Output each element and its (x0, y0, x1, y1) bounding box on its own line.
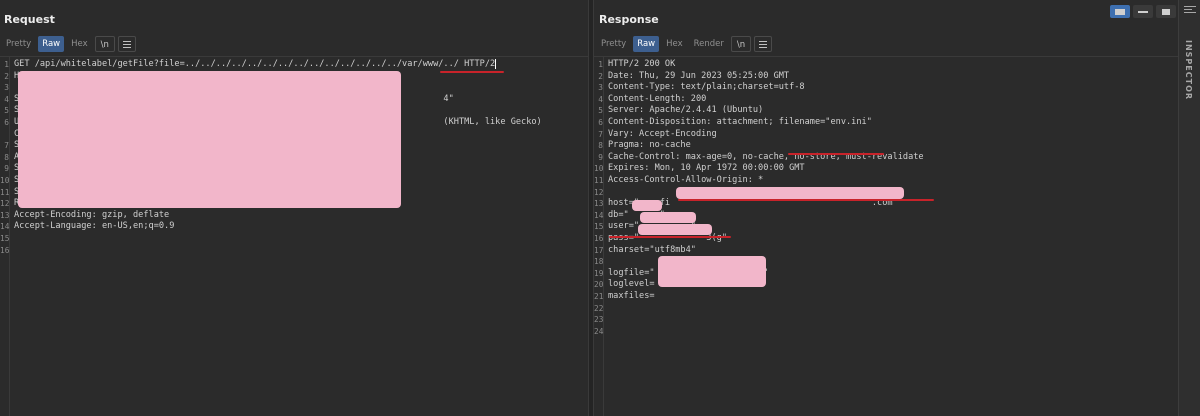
tab-raw[interactable]: Raw (633, 36, 660, 52)
line-number: 9 (598, 152, 603, 162)
tab-pretty[interactable]: Pretty (2, 36, 35, 52)
line-number: 7 (598, 129, 603, 139)
line-text: Access-Control-Allow-Origin: * (608, 175, 764, 185)
request-title: Request (4, 13, 55, 26)
line-text: Server: Apache/2.4.41 (Ubuntu) (608, 105, 764, 116)
layout-toggle (1110, 5, 1176, 18)
line-text: GET /api/whitelabel/getFile?file=../../.… (14, 59, 496, 69)
redaction-block (676, 187, 904, 199)
response-view-tabs: Pretty Raw Hex Render \n (597, 36, 773, 52)
menu-icon[interactable] (117, 36, 136, 52)
line-number: 16 (0, 245, 10, 255)
line-number: 2 (598, 71, 603, 81)
tab-render[interactable]: Render (690, 36, 728, 52)
line-number: 5 (598, 106, 603, 116)
line-number: 13 (594, 199, 604, 209)
line-number: 12 (0, 199, 10, 209)
line-text: Content-Disposition: attachment; filenam… (608, 117, 872, 127)
line-number: 22 (594, 303, 604, 313)
tab-hex[interactable]: Hex (662, 36, 687, 52)
request-view-tabs: Pretty Raw Hex \n (2, 36, 136, 52)
line-number: 10 (0, 176, 10, 185)
split-vertical-icon[interactable] (1133, 5, 1153, 18)
line-number: 7 (4, 141, 9, 151)
line-text: loglevel= (608, 279, 655, 290)
request-pane: Request Pretty Raw Hex \n 1 GET /api/whit… (0, 0, 588, 416)
highlight-underline (440, 71, 504, 73)
line-number: 5 (4, 106, 9, 116)
line-number: 16 (594, 234, 604, 243)
text-caret (495, 59, 496, 69)
tab-newline[interactable]: \n (730, 36, 752, 52)
line-number: 6 (598, 118, 603, 127)
redaction-block (640, 212, 696, 223)
line-number: 12 (594, 187, 604, 197)
inspector-icon[interactable] (1184, 6, 1196, 18)
line-number: 8 (598, 141, 603, 151)
line-text: Date: Thu, 29 Jun 2023 05:25:00 GMT (608, 70, 790, 81)
line-text: Content-Length: 200 (608, 93, 707, 104)
line-text: Pragma: no-cache (608, 140, 691, 151)
line-number: 1 (598, 60, 603, 69)
split-horizontal-icon[interactable] (1110, 5, 1130, 18)
highlight-underline (788, 153, 884, 155)
line-number: 13 (0, 210, 10, 220)
highlight-underline (678, 199, 934, 201)
line-number: 15 (0, 234, 10, 243)
response-pane: Response Pretty Raw Hex Render \n 1 HTTP/… (594, 0, 1178, 416)
tab-raw[interactable]: Raw (38, 36, 65, 52)
redaction-block (632, 200, 662, 211)
line-text: Vary: Accept-Encoding (608, 128, 717, 139)
line-number: 6 (4, 118, 9, 127)
line-number: 1 (4, 60, 9, 69)
line-text: Accept-Language: en-US,en;q=0.9 (14, 221, 175, 232)
menu-icon[interactable] (754, 36, 773, 52)
inspector-sidebar[interactable]: INSPECTOR (1178, 0, 1200, 416)
line-number: 24 (594, 326, 604, 336)
line-text: Accept-Encoding: gzip, deflate (14, 209, 170, 220)
highlight-underline (609, 236, 731, 238)
line-text: Content-Type: text/plain;charset=utf-8 (608, 82, 805, 93)
line-number: 17 (594, 245, 604, 255)
line-number: 23 (594, 315, 604, 325)
line-number: 3 (4, 83, 9, 93)
tab-newline[interactable]: \n (94, 36, 115, 52)
line-text: charset="utf8mb4" (608, 244, 696, 255)
tab-pretty[interactable]: Pretty (597, 36, 630, 52)
single-pane-icon[interactable] (1156, 5, 1176, 18)
line-number: 14 (594, 210, 604, 220)
line-number: 2 (4, 71, 9, 81)
line-number: 19 (594, 268, 604, 278)
line-number: 11 (0, 187, 10, 197)
redaction-block (18, 71, 401, 208)
line-number: 10 (594, 164, 604, 174)
line-number: 21 (594, 292, 604, 301)
response-title: Response (599, 13, 659, 26)
line-text: maxfiles= (608, 291, 655, 301)
line-number: 15 (594, 222, 604, 232)
tab-hex[interactable]: Hex (67, 36, 92, 52)
line-text: HTTP/2 200 OK (608, 59, 676, 69)
line-number: 3 (598, 83, 603, 93)
line-number: 8 (4, 152, 9, 162)
line-text: Expires: Mon, 10 Apr 1972 00:00:00 GMT (608, 163, 805, 174)
line-number: 18 (594, 257, 604, 267)
redaction-block (638, 224, 712, 235)
inspector-label[interactable]: INSPECTOR (1184, 40, 1193, 100)
redaction-block (658, 256, 766, 287)
line-number: 9 (4, 164, 9, 174)
line-number: 14 (0, 222, 10, 232)
line-number: 4 (598, 94, 603, 104)
line-number: 20 (594, 280, 604, 290)
line-number: 4 (4, 94, 9, 104)
line-number: 11 (594, 176, 604, 185)
